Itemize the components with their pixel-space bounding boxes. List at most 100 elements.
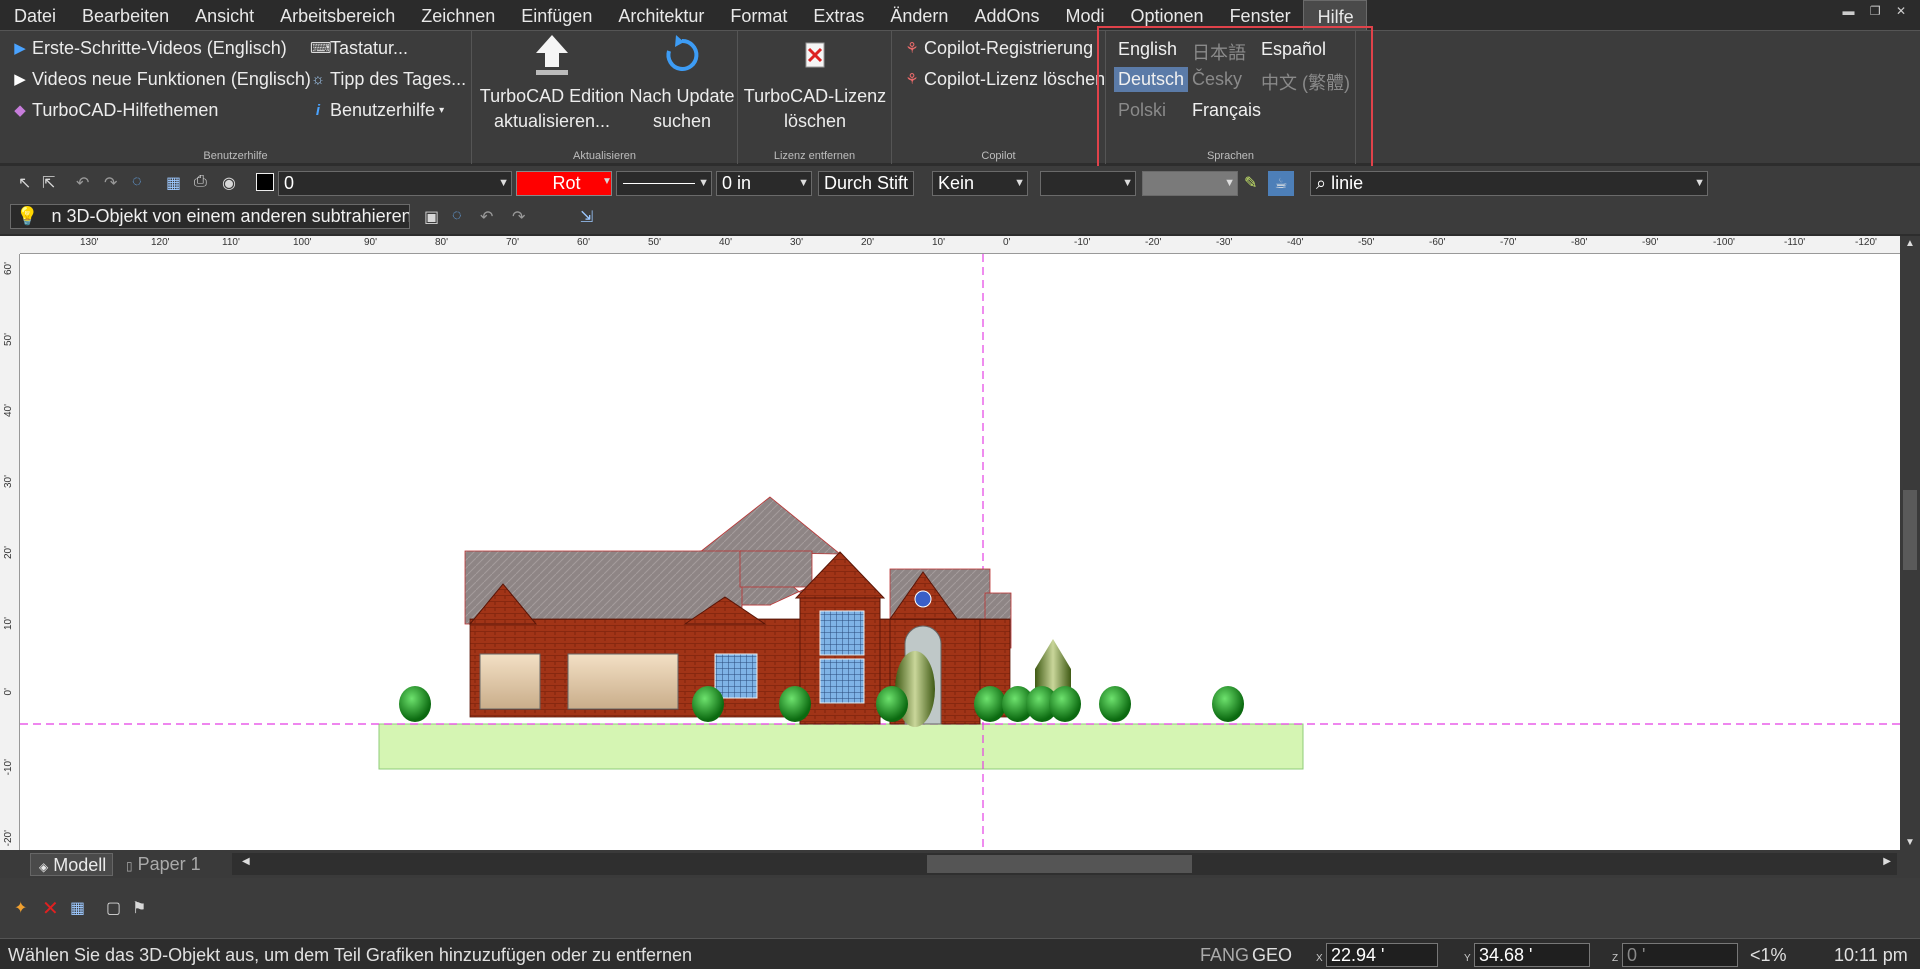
group-sprachen: English 日本語 Español Deutsch Česky 中文 (繁體… [1106, 31, 1356, 164]
user-help-button[interactable]: i Benutzerhilfe ▾ [310, 100, 444, 121]
ruler-left-label: 20' [3, 546, 14, 560]
ruler-top-label: 30' [790, 237, 804, 248]
lang-polish[interactable]: Polski [1118, 100, 1166, 121]
property-toolbar: ↖ ⇱ ↶ ↷ ◌ ▦ ⎙ ◉ 0 ▼ Rot ▼ ▼ 0 in ▼ Durch… [0, 166, 1920, 200]
vertical-scrollbar[interactable]: ▲ ▼ [1900, 236, 1920, 850]
new-features-videos-button[interactable]: ▶ Videos neue Funktionen (Englisch) [12, 69, 311, 90]
layer-select[interactable]: 0 ▼ [278, 171, 512, 196]
z-coordinate-field[interactable]: 0 ' [1622, 943, 1738, 967]
scroll-left-icon[interactable]: ◀ [242, 856, 250, 867]
lang-chinese[interactable]: 中文 (繁體) [1261, 69, 1350, 95]
menu-ansicht[interactable]: Ansicht [181, 0, 266, 30]
command-search-input[interactable]: ⌕ linie ▼ [1310, 171, 1708, 196]
lang-german[interactable]: Deutsch [1114, 67, 1189, 92]
drawing-canvas[interactable] [20, 254, 1900, 850]
keyboard-button[interactable]: ⌨ Tastatur... [310, 38, 408, 59]
line-style-select[interactable]: ▼ [616, 171, 712, 196]
scroll-down-icon[interactable]: ▼ [1905, 837, 1915, 848]
lang-english[interactable]: English [1118, 39, 1177, 60]
ruler-top-label: 100' [293, 237, 312, 248]
geo-toggle[interactable]: GEO [1252, 945, 1292, 966]
paper-icon: ▯ [126, 859, 133, 873]
window-controls[interactable]: ▬ ❐ ✕ [1843, 4, 1912, 18]
chevron-down-icon[interactable]: ▼ [602, 176, 612, 187]
help-topics-button[interactable]: ◆ TurboCAD-Hilfethemen [12, 100, 218, 121]
menu-extras[interactable]: Extras [799, 0, 876, 30]
tab-paper-1[interactable]: ▯ Paper 1 [118, 853, 207, 876]
pattern-select[interactable]: ▼ [1040, 171, 1136, 196]
scroll-up-icon[interactable]: ▲ [1905, 238, 1915, 249]
y-coordinate-field[interactable]: 34.68 ' [1474, 943, 1590, 967]
ruler-left-label: 50' [3, 333, 14, 347]
redo-icon[interactable]: ↷ [104, 173, 117, 193]
copilot-license-delete-button[interactable]: ⚘ Copilot-Lizenz löschen [904, 69, 1105, 90]
lasso-icon[interactable]: ◌ [452, 207, 462, 225]
tip-of-day-button[interactable]: ☼ Tipp des Tages... [310, 69, 466, 90]
horizontal-scrollbar[interactable]: ◀ ▶ [232, 853, 1897, 875]
x-coordinate-field[interactable]: 22.94 ' [1326, 943, 1438, 967]
copilot-registration-button[interactable]: ⚘ Copilot-Registrierung [904, 38, 1093, 59]
group-label-sprachen: Sprachen [1206, 150, 1255, 162]
undo-icon[interactable]: ↶ [76, 173, 89, 193]
menu-modi[interactable]: Modi [1051, 0, 1116, 30]
chevron-down-icon: ▼ [798, 177, 809, 189]
menu-arbeitsbereich[interactable]: Arbeitsbereich [266, 0, 407, 30]
lang-japanese[interactable]: 日本語 [1192, 39, 1246, 65]
print-icon[interactable]: ⎙ [194, 173, 207, 191]
hint-box: 💡 n 3D-Objekt von einem anderen subtrahi… [10, 204, 410, 229]
undo-icon[interactable]: ↶ [480, 207, 493, 227]
select-arrow-icon[interactable]: ↖ [18, 173, 31, 193]
coffee-cup-icon[interactable]: ☕ [1268, 171, 1294, 196]
check-updates-button[interactable]: Nach Update suchen [628, 33, 736, 134]
menu-zeichnen[interactable]: Zeichnen [407, 0, 507, 30]
group-label-benutzerhilfe: Benutzerhilfe [203, 150, 268, 162]
visibility-icon[interactable]: ◉ [222, 173, 236, 193]
group-aktualisieren: TurboCAD Edition aktualisieren... Nach U… [472, 31, 738, 164]
wand-icon[interactable]: ✦ [14, 898, 27, 918]
chevron-down-icon: ▼ [1014, 177, 1025, 189]
line-width-select[interactable]: 0 in ▼ [716, 171, 812, 196]
tab-modell[interactable]: ◈ Modell [30, 853, 114, 876]
hatch-select[interactable]: ▼ [1142, 171, 1238, 196]
delete-license-button[interactable]: TurboCAD-Lizenz löschen [742, 33, 888, 134]
menu-addons[interactable]: AddOns [960, 0, 1051, 30]
menu-fenster[interactable]: Fenster [1216, 0, 1303, 30]
getting-started-videos-button[interactable]: ▶ Erste-Schritte-Videos (Englisch) [12, 38, 287, 59]
brush-icon[interactable]: ✎ [1244, 173, 1257, 193]
menu-optionen[interactable]: Optionen [1117, 0, 1216, 30]
redo-icon[interactable]: ↷ [512, 207, 525, 227]
menu-aendern[interactable]: Ändern [876, 0, 960, 30]
lang-czech[interactable]: Česky [1192, 69, 1242, 90]
color-select[interactable]: Rot [516, 171, 612, 196]
vertical-scroll-thumb[interactable] [1903, 490, 1917, 570]
book-icon: ◆ [14, 101, 26, 119]
pen-select[interactable]: Durch Stift [818, 171, 914, 196]
table-icon[interactable]: ▦ [70, 898, 85, 918]
menu-datei[interactable]: Datei [0, 0, 68, 30]
fill-select[interactable]: Kein ▼ [932, 171, 1028, 196]
menu-bearbeiten[interactable]: Bearbeiten [68, 0, 181, 30]
hint-text: n 3D-Objekt von einem anderen subtrahier… [51, 206, 410, 226]
menu-architektur[interactable]: Architektur [604, 0, 716, 30]
horizontal-scroll-thumb[interactable] [927, 855, 1192, 873]
menu-format[interactable]: Format [716, 0, 799, 30]
save-icon[interactable]: ▣ [424, 207, 439, 227]
update-edition-button[interactable]: TurboCAD Edition aktualisieren... [478, 33, 626, 134]
layers-icon[interactable]: ▦ [166, 173, 181, 193]
lasso-icon[interactable]: ◌ [132, 173, 142, 191]
edit-tool-icon[interactable]: ⇱ [42, 173, 55, 193]
delete-license-line1: TurboCAD-Lizenz [743, 86, 887, 106]
menu-hilfe[interactable]: Hilfe [1302, 0, 1367, 30]
scroll-right-icon[interactable]: ▶ [1883, 856, 1891, 867]
export-icon[interactable]: ⇲ [580, 207, 593, 227]
lang-french[interactable]: Français [1192, 100, 1261, 121]
ruler-top-label: 70' [506, 237, 520, 248]
menu-einfuegen[interactable]: Einfügen [507, 0, 604, 30]
lang-spanish[interactable]: Español [1261, 39, 1326, 60]
chevron-down-icon: ▼ [698, 177, 709, 189]
snap-toggle[interactable]: FANG [1200, 945, 1249, 966]
finish-flag-icon[interactable]: ⚑ [132, 898, 146, 918]
frame-icon[interactable]: ▢ [106, 898, 121, 918]
close-icon[interactable]: ✕ [42, 896, 59, 921]
y-label: Y [1464, 953, 1471, 964]
